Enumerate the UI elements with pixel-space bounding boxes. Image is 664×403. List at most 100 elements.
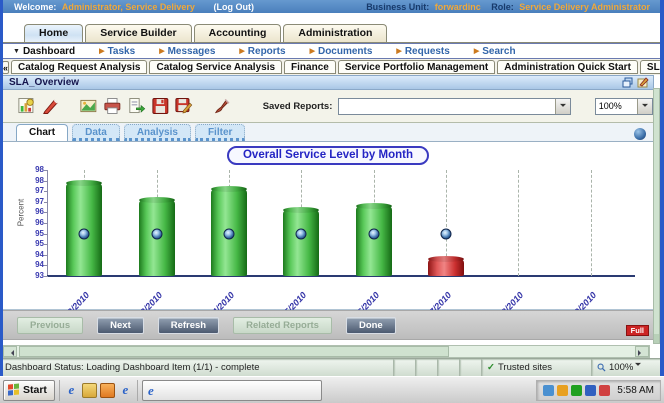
status-bar: Dashboard Status: Loading Dashboard Item… — [0, 358, 664, 376]
scroll-left-arrow-icon[interactable] — [3, 346, 17, 357]
browser-icon[interactable]: e — [118, 383, 133, 398]
export-icon[interactable] — [127, 96, 146, 116]
tab-administration[interactable]: Administration — [283, 24, 387, 42]
dashboard-tab-administration-quick-start[interactable]: Administration Quick Start — [497, 60, 638, 74]
magnifier-icon — [597, 363, 606, 372]
dashboard-tab-strip: «Catalog Request AnalysisCatalog Service… — [0, 59, 664, 75]
subnav-item-dashboard[interactable]: ▼Dashboard — [13, 46, 75, 57]
help-icon[interactable] — [634, 128, 646, 140]
scroll-tabs-left-button[interactable]: « — [2, 61, 9, 74]
screen: Welcome: Administrator, Service Delivery… — [0, 0, 664, 403]
ie-window-icon: e — [148, 384, 154, 397]
target-marker-02-2010 — [79, 228, 90, 239]
subnav-label: Requests — [405, 46, 450, 57]
scroll-right-arrow-icon[interactable] — [635, 346, 649, 357]
tray-icon[interactable] — [599, 385, 610, 396]
print-icon[interactable] — [103, 96, 122, 116]
dashboard-tab-catalog-service-analysis[interactable]: Catalog Service Analysis — [149, 60, 282, 74]
bar-06-2010[interactable] — [356, 206, 392, 276]
done-button[interactable]: Done — [346, 317, 396, 334]
tab-accounting[interactable]: Accounting — [194, 24, 282, 42]
status-pane — [460, 359, 482, 376]
subnav-item-search[interactable]: ▶Search — [474, 46, 516, 57]
chart-plot: 939494959596969797989802/201003/201004/2… — [47, 170, 627, 276]
vertical-scrollbar[interactable] — [653, 88, 660, 344]
quick-launch: e e — [59, 380, 138, 401]
chart-zoom-dropdown[interactable]: 100% — [595, 98, 653, 115]
horizontal-scrollbar[interactable] — [2, 345, 650, 358]
bar-05-2010[interactable] — [283, 210, 319, 276]
chart-tabs: ChartDataAnalysisFilter — [16, 124, 245, 141]
tab-service-builder[interactable]: Service Builder — [85, 24, 191, 42]
gridline — [518, 170, 519, 276]
refresh-button[interactable]: Refresh — [158, 317, 219, 334]
taskbar: Start e e e 5:58 AM — [0, 376, 664, 403]
chart-title: Overall Service Level by Month — [227, 146, 429, 165]
chart-area: Overall Service Level by Month Percent 9… — [2, 142, 654, 310]
chart-zoom-value: 100% — [599, 101, 622, 111]
start-button[interactable]: Start — [3, 380, 55, 401]
y-axis-tick — [44, 170, 48, 171]
brush-icon[interactable] — [213, 96, 232, 116]
chart-subtab-data[interactable]: Data — [72, 124, 120, 141]
edit-pencil-icon[interactable] — [41, 96, 60, 116]
browser-zoom-pane[interactable]: 100% — [592, 359, 664, 376]
y-axis-tick-label: 94 — [35, 261, 44, 269]
restore-panel-icon[interactable] — [622, 77, 634, 88]
y-axis-tick — [44, 191, 48, 192]
welcome-label: Welcome: — [14, 2, 56, 12]
subnav-item-requests[interactable]: ▶Requests — [396, 46, 449, 57]
subnav-item-reports[interactable]: ▶Reports — [239, 46, 285, 57]
tray-icon[interactable] — [571, 385, 582, 396]
arrow-icon: ▼ — [13, 48, 20, 55]
system-tray: 5:58 AM — [536, 380, 661, 401]
logout-link[interactable]: (Log Out) — [213, 2, 253, 12]
x-axis-line — [47, 275, 635, 277]
bar-07-2010[interactable] — [428, 259, 464, 276]
dashboard-tab-catalog-request-analysis[interactable]: Catalog Request Analysis — [11, 60, 147, 74]
ie-quicklaunch-icon[interactable]: e — [64, 383, 79, 398]
taskbar-window-button[interactable]: e — [142, 380, 322, 401]
next-button[interactable]: Next — [97, 317, 144, 334]
y-axis-tick — [44, 202, 48, 203]
y-axis-tick-label: 97 — [35, 198, 44, 206]
dropdown-arrow-icon[interactable] — [637, 99, 652, 114]
windows-logo-icon — [8, 383, 20, 396]
button-bar: PreviousNextRefreshRelated ReportsDoneFu… — [2, 310, 654, 340]
save-as-icon[interactable] — [174, 96, 193, 116]
subnav-bar: ▼Dashboard ▶Tasks ▶Messages ▶Reports ▶Docume… — [2, 43, 662, 59]
subnav-label: Messages — [168, 46, 216, 57]
edit-panel-icon[interactable] — [637, 77, 649, 88]
target-marker-07-2010 — [441, 228, 452, 239]
scroll-down-arrow-icon[interactable] — [654, 334, 659, 343]
subnav-item-messages[interactable]: ▶Messages — [159, 46, 215, 57]
chart-subtab-filter[interactable]: Filter — [195, 124, 245, 141]
dropdown-arrow-icon[interactable] — [555, 99, 570, 114]
folder-icon[interactable] — [82, 383, 97, 398]
save-icon[interactable] — [151, 96, 170, 116]
chart-wizard-icon[interactable] — [17, 96, 36, 116]
business-unit-label: Business Unit: — [366, 2, 429, 12]
tray-icon[interactable] — [543, 385, 554, 396]
full-badge[interactable]: Full — [626, 325, 649, 336]
tab-home[interactable]: Home — [24, 24, 83, 42]
scrollbar-thumb[interactable] — [19, 346, 449, 357]
app-icon[interactable] — [100, 383, 115, 398]
chart-image-icon[interactable] — [79, 96, 98, 116]
toolbar: Saved Reports: 100% — [2, 90, 654, 123]
dashboard-tab-finance[interactable]: Finance — [284, 60, 336, 74]
subnav-item-documents[interactable]: ▶Documents — [310, 46, 373, 57]
chart-tab-row: ChartDataAnalysisFilter — [2, 123, 654, 142]
tray-icon[interactable] — [585, 385, 596, 396]
y-axis-tick-label: 95 — [35, 240, 44, 248]
saved-reports-dropdown[interactable] — [338, 98, 570, 115]
subnav-item-tasks[interactable]: ▶Tasks — [99, 46, 135, 57]
y-axis-tick-label: 96 — [35, 219, 44, 227]
y-axis-tick — [44, 276, 48, 277]
chart-subtab-analysis[interactable]: Analysis — [124, 124, 191, 141]
start-label: Start — [23, 384, 47, 396]
tray-icon[interactable] — [557, 385, 568, 396]
chart-subtab-chart[interactable]: Chart — [16, 124, 68, 141]
dashboard-tab-service-portfolio-management[interactable]: Service Portfolio Management — [338, 60, 495, 74]
check-icon: ✓ — [487, 362, 495, 373]
